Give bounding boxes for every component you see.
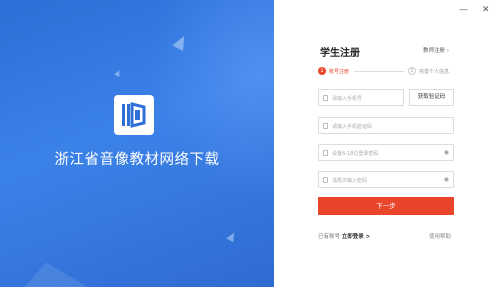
bg-triangle-shape [226,230,238,243]
book-logo-icon [114,95,154,135]
phone-input[interactable]: 请输入手机号 [318,89,404,106]
code-placeholder: 请输入手机验证码 [332,124,373,130]
eye-icon[interactable]: ◉ [444,150,449,156]
eye-icon[interactable]: ◉ [444,177,449,183]
login-link[interactable]: 立即登录 > [342,234,371,240]
password-input[interactable]: 设置6-18位登录密码 ◉ [318,144,454,161]
bg-triangle-shape [12,257,88,287]
lock-icon [323,177,328,183]
app-title: 浙江省音像教材网络下载 [54,152,220,168]
left-brand-panel: 浙江省音像教材网络下载 [0,0,274,287]
next-button[interactable]: 下一步 [318,197,454,215]
step-1-label: 账号注册 [329,69,350,75]
step-2-dot: 2 [408,67,416,75]
has-account-row: 已有账号 立即登录 > [318,232,370,240]
step-divider [354,71,404,72]
help-link[interactable]: 使用帮助 [429,232,451,240]
step-indicator: 1 账号注册 2 完善个人信息 [318,67,454,77]
step-1-dot: 1 [318,67,326,75]
minimize-button[interactable]: — [459,5,468,15]
has-account-text: 已有账号 [318,234,341,240]
book-logo-svg [122,102,146,128]
confirm-placeholder: 请再次输入密码 [332,178,368,184]
password-placeholder: 设置6-18位登录密码 [332,151,379,157]
confirm-password-input[interactable]: 请再次输入密码 ◉ [318,171,454,188]
teacher-register-link[interactable]: 教师注册 › [423,46,449,54]
lock-icon [323,150,328,156]
form-title: 学生注册 [320,48,360,59]
app-window: 浙江省音像教材网络下载 — ✕ 学生注册 教师注册 › 1 账号注册 2 完善个… [0,0,499,287]
code-input[interactable]: 请输入手机验证码 [318,117,454,134]
shield-icon [323,123,328,129]
bg-triangle-shape [114,69,122,77]
phone-icon [323,95,328,101]
bg-glow [150,0,274,200]
close-button[interactable]: ✕ [482,5,490,15]
phone-placeholder: 请输入手机号 [332,96,363,102]
step-2-label: 完善个人信息 [419,69,450,75]
get-code-button[interactable]: 获取验证码 [409,89,454,106]
